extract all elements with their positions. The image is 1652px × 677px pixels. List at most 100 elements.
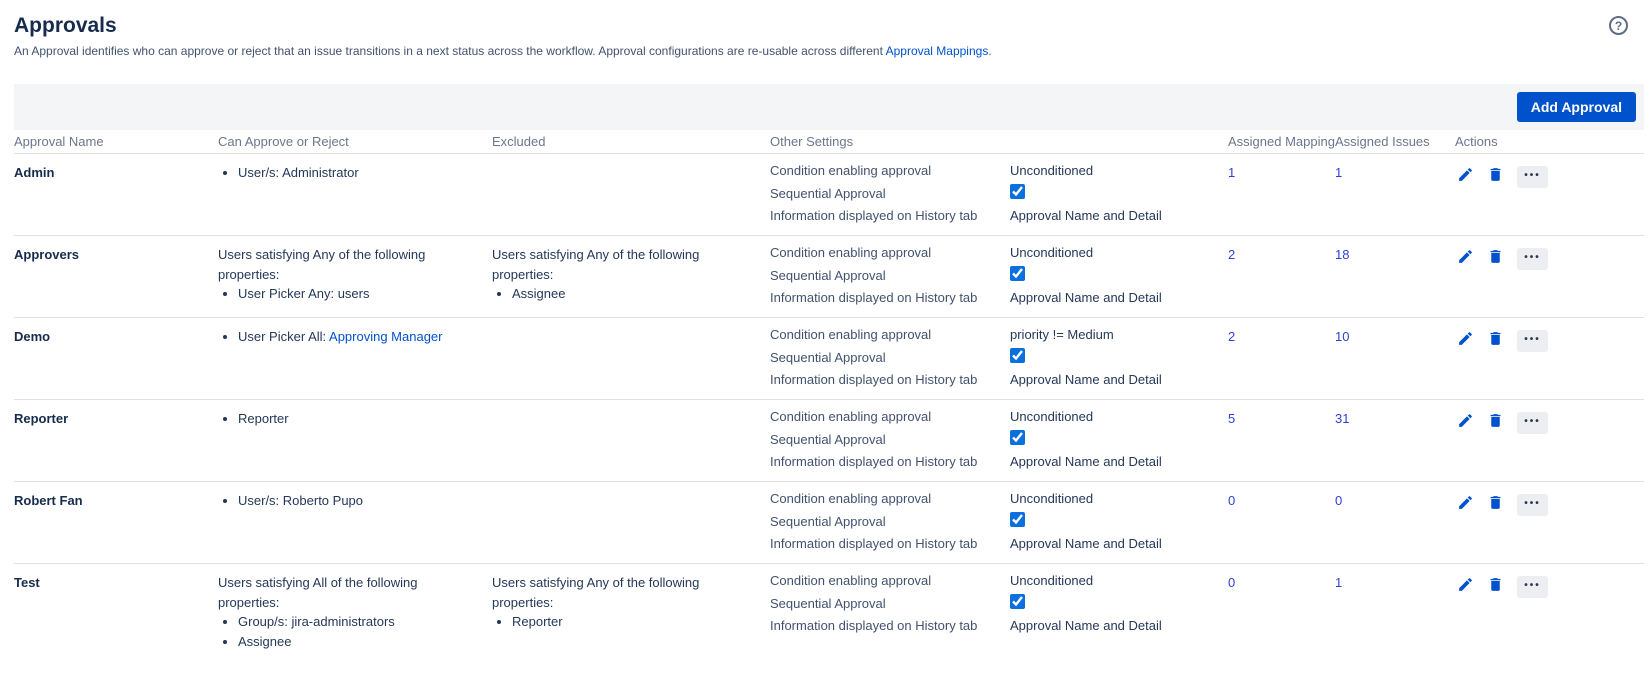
help-icon[interactable]: ? — [1609, 16, 1628, 35]
assigned-mapping-cell: 1 — [1228, 163, 1335, 223]
history-value: Approval Name and Detail — [1010, 536, 1228, 551]
delete-button[interactable] — [1487, 412, 1504, 429]
pencil-icon — [1457, 494, 1474, 511]
approval-mappings-link[interactable]: Approval Mappings — [886, 44, 989, 58]
ellipsis-icon: ••• — [1524, 252, 1541, 263]
add-approval-button[interactable]: Add Approval — [1517, 92, 1636, 122]
assigned-issues-link[interactable]: 1 — [1335, 165, 1342, 180]
approval-name: Robert Fan — [14, 491, 218, 551]
assigned-mapping-link[interactable]: 5 — [1228, 411, 1235, 426]
assigned-issues-link[interactable]: 1 — [1335, 575, 1342, 590]
trash-icon — [1487, 166, 1504, 183]
assigned-issues-link[interactable]: 31 — [1335, 411, 1349, 426]
can-approve-cell: Users satisfying Any of the following pr… — [218, 245, 492, 305]
page-title: Approvals — [14, 14, 117, 38]
ellipsis-icon: ••• — [1524, 580, 1541, 591]
edit-button[interactable] — [1457, 166, 1474, 183]
help-icon-glyph: ? — [1615, 19, 1622, 33]
can-approve-cell: Users satisfying All of the following pr… — [218, 573, 492, 651]
condition-label: Condition enabling approval — [770, 163, 1010, 178]
condition-value: priority != Medium — [1010, 327, 1228, 342]
approval-name: Approvers — [14, 245, 218, 305]
condition-label: Condition enabling approval — [770, 245, 1010, 260]
assigned-issues-link[interactable]: 10 — [1335, 329, 1349, 344]
excluded-cell: Users satisfying Any of the following pr… — [492, 245, 770, 305]
table-row: Reporter Reporter Condition enabling app… — [14, 399, 1644, 481]
description-text: An Approval identifies who can approve o… — [14, 44, 886, 58]
people-bullet: Reporter — [512, 612, 770, 632]
other-settings-cell: Condition enabling approval Unconditione… — [770, 573, 1228, 651]
actions-cell: ••• — [1455, 245, 1644, 305]
sequential-approval-checkbox[interactable] — [1010, 430, 1025, 445]
pencil-icon — [1457, 412, 1474, 429]
ellipsis-icon: ••• — [1524, 334, 1541, 345]
sequential-approval-checkbox[interactable] — [1010, 184, 1025, 199]
assigned-mapping-link[interactable]: 1 — [1228, 165, 1235, 180]
more-actions-button[interactable]: ••• — [1517, 494, 1548, 516]
more-actions-button[interactable]: ••• — [1517, 248, 1548, 270]
sequential-label: Sequential Approval — [770, 514, 1010, 529]
assigned-mapping-cell: 0 — [1228, 573, 1335, 651]
more-actions-button[interactable]: ••• — [1517, 166, 1548, 188]
more-actions-button[interactable]: ••• — [1517, 330, 1548, 352]
approval-name: Admin — [14, 163, 218, 223]
delete-button[interactable] — [1487, 330, 1504, 347]
assigned-issues-link[interactable]: 18 — [1335, 247, 1349, 262]
excluded-cell — [492, 163, 770, 223]
more-actions-button[interactable]: ••• — [1517, 576, 1548, 598]
assigned-mapping-cell: 2 — [1228, 327, 1335, 387]
people-bullet: User/s: Administrator — [238, 163, 492, 183]
trash-icon — [1487, 248, 1504, 265]
approval-name: Reporter — [14, 409, 218, 469]
condition-label: Condition enabling approval — [770, 491, 1010, 506]
sequential-label: Sequential Approval — [770, 268, 1010, 283]
assigned-mapping-link[interactable]: 0 — [1228, 493, 1235, 508]
history-value: Approval Name and Detail — [1010, 454, 1228, 469]
history-label: Information displayed on History tab — [770, 618, 1010, 633]
sequential-approval-checkbox[interactable] — [1010, 512, 1025, 527]
condition-value: Unconditioned — [1010, 573, 1228, 588]
actions-cell: ••• — [1455, 163, 1644, 223]
assigned-issues-link[interactable]: 0 — [1335, 493, 1342, 508]
sequential-label: Sequential Approval — [770, 350, 1010, 365]
edit-button[interactable] — [1457, 576, 1474, 593]
edit-button[interactable] — [1457, 330, 1474, 347]
delete-button[interactable] — [1487, 248, 1504, 265]
delete-button[interactable] — [1487, 166, 1504, 183]
delete-button[interactable] — [1487, 494, 1504, 511]
history-value: Approval Name and Detail — [1010, 208, 1228, 223]
table-row: Demo User Picker All: Approving Manager … — [14, 317, 1644, 399]
assigned-mapping-link[interactable]: 0 — [1228, 575, 1235, 590]
column-header-assigned-issues: Assigned Issues — [1335, 134, 1455, 149]
edit-button[interactable] — [1457, 248, 1474, 265]
assigned-mapping-link[interactable]: 2 — [1228, 247, 1235, 262]
edit-button[interactable] — [1457, 412, 1474, 429]
assigned-issues-cell: 0 — [1335, 491, 1455, 551]
trash-icon — [1487, 576, 1504, 593]
history-label: Information displayed on History tab — [770, 454, 1010, 469]
sequential-approval-checkbox[interactable] — [1010, 348, 1025, 363]
people-bullet: Group/s: jira-administrators — [238, 612, 492, 632]
delete-button[interactable] — [1487, 576, 1504, 593]
other-settings-cell: Condition enabling approval Unconditione… — [770, 409, 1228, 469]
history-value: Approval Name and Detail — [1010, 372, 1228, 387]
more-actions-button[interactable]: ••• — [1517, 412, 1548, 434]
approvals-page: Approvals ? An Approval identifies who c… — [0, 0, 1652, 663]
history-label: Information displayed on History tab — [770, 372, 1010, 387]
edit-button[interactable] — [1457, 494, 1474, 511]
ellipsis-icon: ••• — [1524, 498, 1541, 509]
user-link[interactable]: Approving Manager — [329, 329, 442, 344]
condition-value: Unconditioned — [1010, 409, 1228, 424]
condition-label: Condition enabling approval — [770, 573, 1010, 588]
approval-name: Test — [14, 573, 218, 651]
other-settings-cell: Condition enabling approval Unconditione… — [770, 163, 1228, 223]
table-row: Admin User/s: Administrator Condition en… — [14, 153, 1644, 235]
assigned-mapping-link[interactable]: 2 — [1228, 329, 1235, 344]
trash-icon — [1487, 412, 1504, 429]
sequential-approval-checkbox[interactable] — [1010, 266, 1025, 281]
history-label: Information displayed on History tab — [770, 536, 1010, 551]
assigned-mapping-cell: 5 — [1228, 409, 1335, 469]
actions-cell: ••• — [1455, 573, 1644, 651]
actions-cell: ••• — [1455, 327, 1644, 387]
sequential-approval-checkbox[interactable] — [1010, 594, 1025, 609]
